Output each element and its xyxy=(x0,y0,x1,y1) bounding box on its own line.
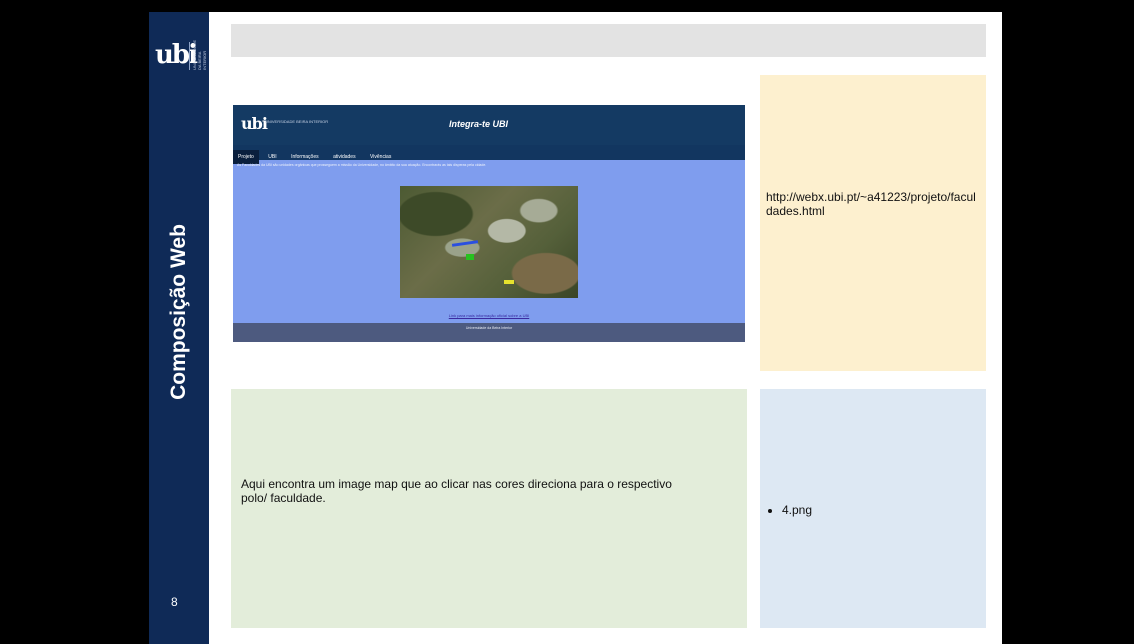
file-panel: 4.png xyxy=(760,389,986,628)
slide: ubi UNIVERSIDADE DA BEIRA INTERIOR Compo… xyxy=(149,12,1002,644)
website-nav-item: atividades xyxy=(333,154,356,160)
satellite-image-map xyxy=(400,186,578,298)
url-panel: http://webx.ubi.pt/~a41223/projeto/facul… xyxy=(760,75,986,371)
description-text: Aqui encontra um image map que ao clicar… xyxy=(241,477,672,505)
website-logo: ubi xyxy=(241,114,268,133)
website-footer: Universidade da Beira Interior xyxy=(233,323,745,342)
website-title: Integra-te UBI xyxy=(449,119,509,129)
file-list-item: 4.png xyxy=(782,503,812,517)
website-link: Link para mais informação oficial sobre … xyxy=(448,313,530,318)
website-nav: Projeto UBI Informações atividades Vivên… xyxy=(233,145,745,164)
title-bar xyxy=(231,24,986,57)
slide-section-title: Composição Web xyxy=(167,224,190,400)
website-nav-item: Informações xyxy=(291,154,319,160)
page-number: 8 xyxy=(171,595,178,609)
website-brand-text: UNIVERSIDADE BEIRA INTERIOR xyxy=(265,119,329,124)
website-intro-text: As Faculdades da UBI são unidades orgâni… xyxy=(237,163,487,167)
website-nav-item: UBI xyxy=(268,154,277,160)
map-region-yellow xyxy=(504,280,514,284)
website-nav-item: Projeto xyxy=(233,150,259,164)
description-panel: Aqui encontra um image map que ao clicar… xyxy=(231,389,747,628)
website-nav-item: Vivências xyxy=(370,154,392,160)
sidebar: ubi UNIVERSIDADE DA BEIRA INTERIOR Compo… xyxy=(149,12,209,644)
file-list: 4.png xyxy=(760,503,812,517)
map-region-green xyxy=(466,254,474,260)
ubi-logo: ubi UNIVERSIDADE DA BEIRA INTERIOR xyxy=(155,39,207,70)
page-url: http://webx.ubi.pt/~a41223/projeto/facul… xyxy=(766,190,976,218)
website-screenshot: ubi UNIVERSIDADE BEIRA INTERIOR Integra-… xyxy=(233,105,745,342)
website-header: ubi UNIVERSIDADE BEIRA INTERIOR Integra-… xyxy=(233,105,745,145)
map-region-blue xyxy=(451,240,479,247)
